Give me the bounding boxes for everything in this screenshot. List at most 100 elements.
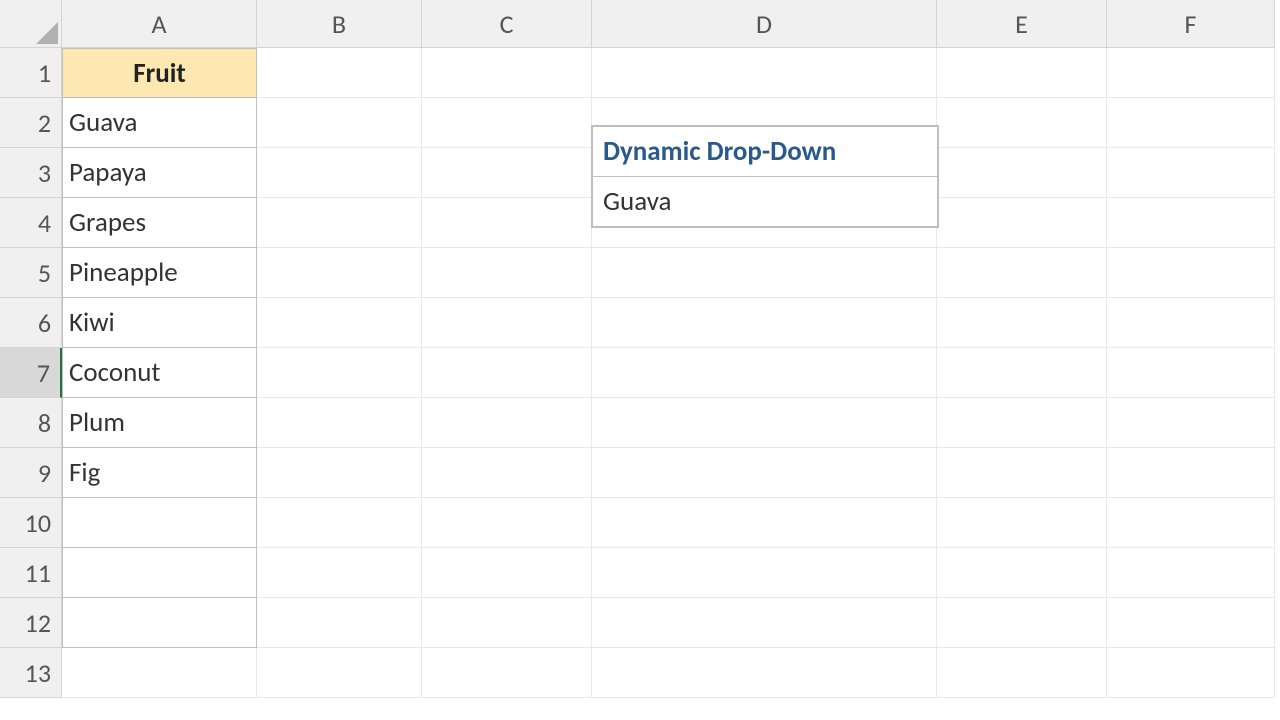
- cell-D9[interactable]: [592, 448, 937, 498]
- cell-A11[interactable]: [62, 548, 257, 598]
- cell-F2[interactable]: [1107, 98, 1275, 148]
- cell-B6[interactable]: [257, 298, 422, 348]
- cell-F1[interactable]: [1107, 48, 1275, 98]
- cell-C12[interactable]: [422, 598, 592, 648]
- cell-F6[interactable]: [1107, 298, 1275, 348]
- cell-E3[interactable]: [937, 148, 1107, 198]
- cell-E9[interactable]: [937, 448, 1107, 498]
- row-header-4[interactable]: 4: [0, 198, 62, 248]
- cell-B2[interactable]: [257, 98, 422, 148]
- row-header-2[interactable]: 2: [0, 98, 62, 148]
- row-header-10[interactable]: 10: [0, 498, 62, 548]
- cell-B7[interactable]: [257, 348, 422, 398]
- cell-D10[interactable]: [592, 498, 937, 548]
- row-header-13[interactable]: 13: [0, 648, 62, 698]
- cell-B8[interactable]: [257, 398, 422, 448]
- cell-A2[interactable]: Guava: [62, 98, 257, 148]
- cell-C2[interactable]: [422, 98, 592, 148]
- cell-F13[interactable]: [1107, 648, 1275, 698]
- cell-E5[interactable]: [937, 248, 1107, 298]
- cell-A9[interactable]: Fig: [62, 448, 257, 498]
- col-header-E[interactable]: E: [937, 0, 1107, 48]
- cell-C3[interactable]: [422, 148, 592, 198]
- cell-E13[interactable]: [937, 648, 1107, 698]
- col-header-A[interactable]: A: [62, 0, 257, 48]
- col-header-D[interactable]: D: [592, 0, 937, 48]
- cell-C11[interactable]: [422, 548, 592, 598]
- cell-B1[interactable]: [257, 48, 422, 98]
- cell-E4[interactable]: [937, 198, 1107, 248]
- row-header-3[interactable]: 3: [0, 148, 62, 198]
- cell-E10[interactable]: [937, 498, 1107, 548]
- row-header-12[interactable]: 12: [0, 598, 62, 648]
- cell-C1[interactable]: [422, 48, 592, 98]
- cell-F5[interactable]: [1107, 248, 1275, 298]
- row-header-11[interactable]: 11: [0, 548, 62, 598]
- cell-F12[interactable]: [1107, 598, 1275, 648]
- column-headers: A B C D E F: [62, 0, 1275, 48]
- cell-A1-header[interactable]: Fruit: [62, 48, 257, 98]
- cell-F9[interactable]: [1107, 448, 1275, 498]
- cell-E11[interactable]: [937, 548, 1107, 598]
- cell-A13[interactable]: [62, 648, 257, 698]
- row-header-7[interactable]: 7: [0, 348, 62, 398]
- row-header-1[interactable]: 1: [0, 48, 62, 98]
- cell-A3[interactable]: Papaya: [62, 148, 257, 198]
- cell-B12[interactable]: [257, 598, 422, 648]
- dropdown-selected-value[interactable]: Guava: [593, 177, 937, 226]
- cell-C5[interactable]: [422, 248, 592, 298]
- cell-E2[interactable]: [937, 98, 1107, 148]
- cell-E6[interactable]: [937, 298, 1107, 348]
- cell-D11[interactable]: [592, 548, 937, 598]
- cell-D12[interactable]: [592, 598, 937, 648]
- dynamic-dropdown-box: Dynamic Drop-Down Guava: [591, 125, 939, 228]
- cell-B9[interactable]: [257, 448, 422, 498]
- cell-F8[interactable]: [1107, 398, 1275, 448]
- cell-C4[interactable]: [422, 198, 592, 248]
- cell-B13[interactable]: [257, 648, 422, 698]
- select-all-triangle-icon: [36, 22, 58, 44]
- cell-F4[interactable]: [1107, 198, 1275, 248]
- cell-C6[interactable]: [422, 298, 592, 348]
- cell-B10[interactable]: [257, 498, 422, 548]
- cell-A12[interactable]: [62, 598, 257, 648]
- cell-F10[interactable]: [1107, 498, 1275, 548]
- row-header-6[interactable]: 6: [0, 298, 62, 348]
- col-header-B[interactable]: B: [257, 0, 422, 48]
- cell-E12[interactable]: [937, 598, 1107, 648]
- cell-D7[interactable]: [592, 348, 937, 398]
- cell-C8[interactable]: [422, 398, 592, 448]
- col-header-C[interactable]: C: [422, 0, 592, 48]
- select-all-corner[interactable]: [0, 0, 62, 48]
- cell-C9[interactable]: [422, 448, 592, 498]
- cell-E1[interactable]: [937, 48, 1107, 98]
- cell-C7[interactable]: [422, 348, 592, 398]
- cell-B4[interactable]: [257, 198, 422, 248]
- cell-E8[interactable]: [937, 398, 1107, 448]
- cell-D6[interactable]: [592, 298, 937, 348]
- cell-D8[interactable]: [592, 398, 937, 448]
- cell-D13[interactable]: [592, 648, 937, 698]
- cell-F3[interactable]: [1107, 148, 1275, 198]
- cell-A6[interactable]: Kiwi: [62, 298, 257, 348]
- cell-A4[interactable]: Grapes: [62, 198, 257, 248]
- cell-C13[interactable]: [422, 648, 592, 698]
- cell-A8[interactable]: Plum: [62, 398, 257, 448]
- row-headers: 1 2 3 4 5 6 7 8 9 10 11 12 13: [0, 48, 62, 698]
- row-header-9[interactable]: 9: [0, 448, 62, 498]
- cell-D5[interactable]: [592, 248, 937, 298]
- cell-E7[interactable]: [937, 348, 1107, 398]
- cell-A5[interactable]: Pineapple: [62, 248, 257, 298]
- cell-A10[interactable]: [62, 498, 257, 548]
- cell-D1[interactable]: [592, 48, 937, 98]
- row-header-8[interactable]: 8: [0, 398, 62, 448]
- cell-A7[interactable]: Coconut: [62, 348, 257, 398]
- cell-B11[interactable]: [257, 548, 422, 598]
- cell-B5[interactable]: [257, 248, 422, 298]
- row-header-5[interactable]: 5: [0, 248, 62, 298]
- col-header-F[interactable]: F: [1107, 0, 1275, 48]
- cell-F7[interactable]: [1107, 348, 1275, 398]
- cell-B3[interactable]: [257, 148, 422, 198]
- cell-F11[interactable]: [1107, 548, 1275, 598]
- cell-C10[interactable]: [422, 498, 592, 548]
